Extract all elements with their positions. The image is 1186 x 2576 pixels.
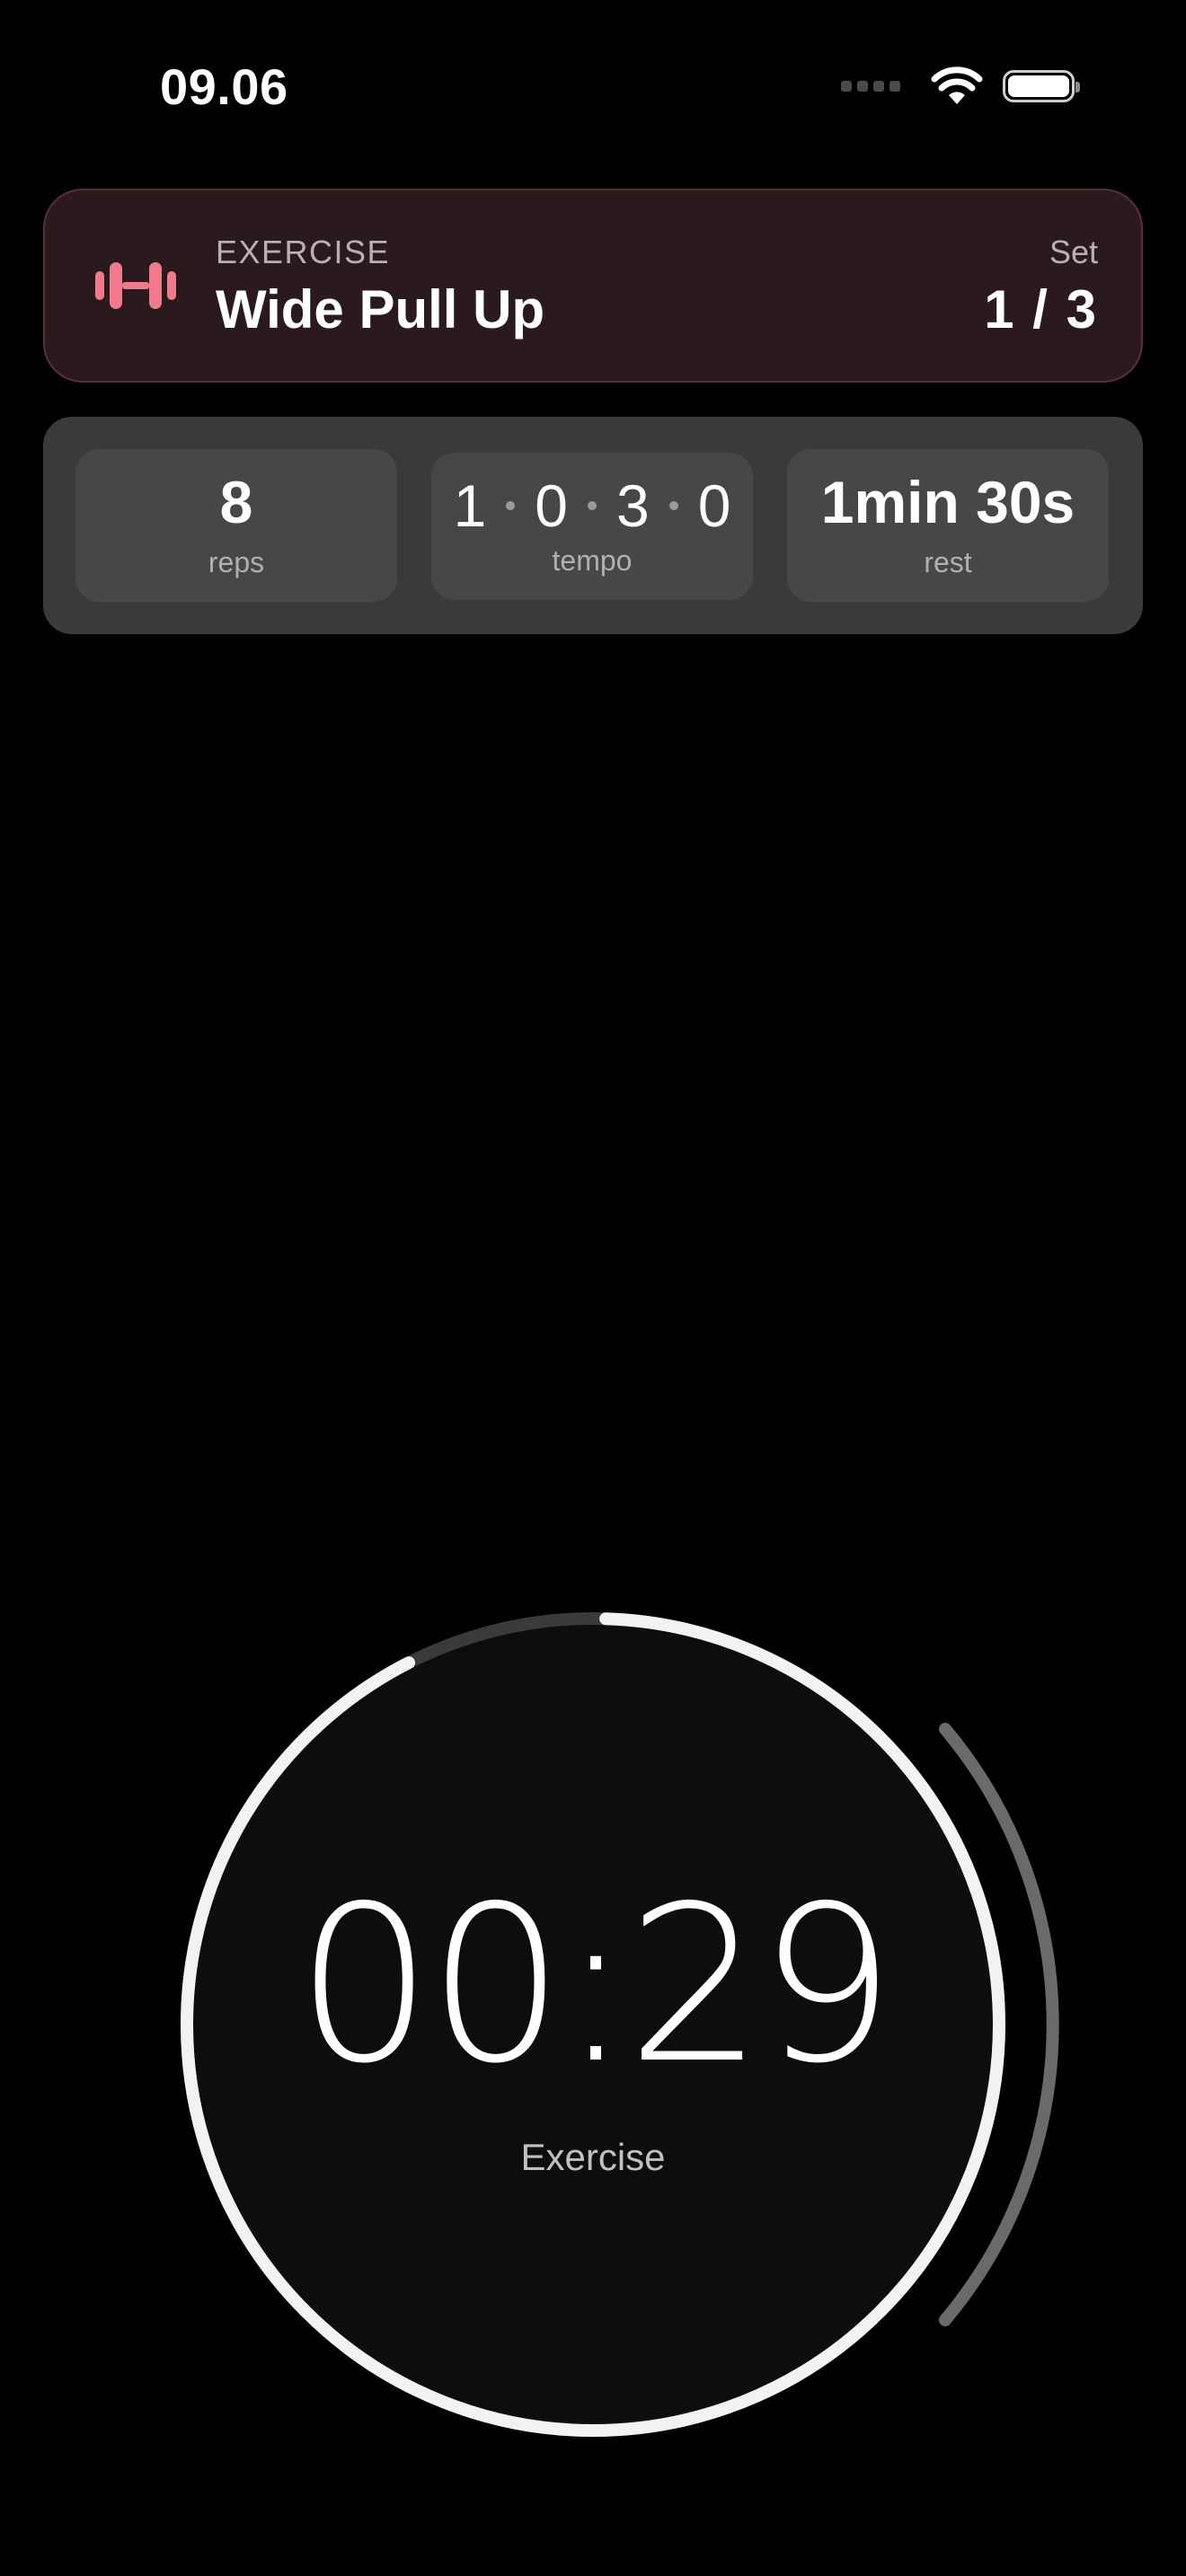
timer-phase-label: Exercise: [520, 2136, 666, 2178]
timer-countdown[interactable]: 00:29: [180, 1877, 1006, 2093]
timer-graphic: [181, 1612, 1059, 2437]
